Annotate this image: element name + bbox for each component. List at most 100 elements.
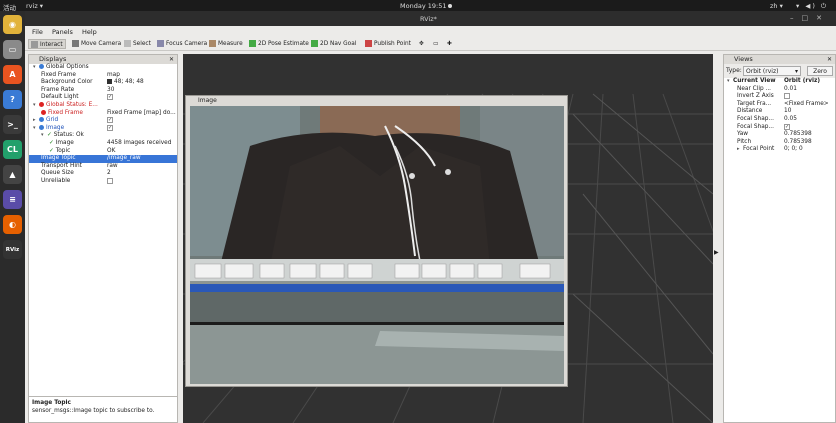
display-row[interactable]: Fixed Frame map	[29, 72, 177, 80]
tool-2d-nav-goal[interactable]: 2D Nav Goal	[309, 39, 358, 49]
files-icon[interactable]: ▭	[3, 40, 22, 59]
clock[interactable]: Monday 19:51	[400, 2, 453, 10]
firefox-icon[interactable]: ◐	[3, 215, 22, 234]
property-value[interactable]: map	[107, 72, 120, 80]
view-type-select[interactable]: Orbit (rviz) ▾	[743, 66, 801, 76]
property-value[interactable]: OK	[107, 148, 115, 156]
display-row[interactable]: Queue Size 2	[29, 170, 177, 178]
display-row[interactable]: ▾ ✓ Status: Ok	[29, 132, 177, 140]
view-property-value[interactable]: 0.785398	[784, 139, 812, 147]
view-property-row[interactable]: Focal Shap... ✓	[724, 123, 835, 132]
chrome-icon[interactable]: ◉	[3, 15, 22, 34]
view-property-name: Distance	[737, 108, 762, 116]
inkscape-icon[interactable]: ▲	[3, 165, 22, 184]
display-row[interactable]: ▾ Image ✓	[29, 124, 177, 133]
property-value[interactable]: raw	[107, 163, 118, 171]
view-property-value[interactable]: 0.01	[784, 86, 797, 94]
view-property-name: Focal Shap...	[737, 116, 774, 124]
view-property-value[interactable]: 0.05	[784, 116, 797, 124]
display-row[interactable]: Frame Rate 30	[29, 87, 177, 95]
view-property-row[interactable]: Focal Shap... 0.05	[724, 116, 835, 124]
property-name: Unreliable	[41, 178, 70, 186]
menu-panels[interactable]: Panels	[52, 28, 73, 36]
view-property-value[interactable]: <Fixed Frame>	[784, 101, 829, 109]
tool-move-camera[interactable]: Move Camera	[70, 39, 123, 49]
collapse-right-icon[interactable]: ▶	[714, 249, 719, 256]
display-row[interactable]: Default Light ✓	[29, 94, 177, 102]
view-property-row[interactable]: Distance 10	[724, 108, 835, 116]
view-property-row[interactable]: Yaw 0.785398	[724, 131, 835, 139]
view-property-row[interactable]: ▾ Current View Orbit (rviz)	[724, 78, 835, 86]
tool-label: 2D Nav Goal	[320, 41, 357, 47]
view-property-row[interactable]: Invert Z Axis	[724, 93, 835, 101]
display-row[interactable]: ✓ Topic OK	[29, 148, 177, 156]
menu-help[interactable]: Help	[82, 28, 97, 36]
view-property-row[interactable]: ▸ Focal Point 0; 0; 0	[724, 146, 835, 154]
rviz-icon[interactable]: RViz	[3, 240, 22, 259]
property-value[interactable]: 2	[107, 170, 111, 178]
editor-icon[interactable]: ≡	[3, 190, 22, 209]
display-row[interactable]: ▾ Global Options	[29, 64, 177, 72]
display-row[interactable]: ✓ Image 4458 images received	[29, 140, 177, 148]
view-property-label: Current View	[733, 78, 776, 84]
help-icon[interactable]: ?	[3, 90, 22, 109]
tool-2d-pose-estimate[interactable]: 2D Pose Estimate	[247, 39, 311, 49]
input-language-menu[interactable]: zh ▾	[770, 2, 783, 10]
minimize-icon[interactable]: –	[790, 14, 802, 22]
software-icon[interactable]: A	[3, 65, 22, 84]
property-value-text: 2	[107, 170, 111, 177]
tool-focus-camera[interactable]: Focus Camera	[155, 39, 209, 49]
tool-select[interactable]: Select	[122, 39, 153, 49]
display-row[interactable]: Background Color 48; 48; 48	[29, 79, 177, 87]
display-row[interactable]: Unreliable	[29, 177, 177, 186]
display-row[interactable]: ▸ Grid ✓	[29, 117, 177, 125]
display-icon	[39, 117, 44, 123]
tool-interact[interactable]: Interact	[28, 39, 66, 49]
display-row[interactable]: ▾ Global Status: E...	[29, 101, 177, 110]
property-value[interactable]: Fixed Frame [map] do...	[107, 110, 176, 118]
property-label: Queue Size	[41, 170, 74, 177]
view-property-value[interactable]: 0.785398	[784, 131, 812, 139]
property-checkbox[interactable]	[107, 177, 113, 186]
right-splitter[interactable]: ▶	[713, 54, 723, 423]
focus-camera-icon	[157, 40, 164, 47]
close-panel-icon[interactable]: ✕	[169, 55, 174, 64]
property-name: ▸ Grid	[33, 117, 58, 125]
view-property-value-text: 0; 0; 0	[784, 146, 803, 153]
property-value-text: map	[107, 71, 120, 78]
view-property-row[interactable]: Near Clip ... 0.01	[724, 86, 835, 94]
property-value-text: raw	[107, 162, 118, 169]
maximize-icon[interactable]: □	[802, 14, 817, 22]
property-label: Fixed Frame	[48, 109, 83, 116]
tool-publish-point[interactable]: Publish Point	[363, 39, 413, 49]
zoom-out-icon[interactable]: ▭	[431, 39, 440, 49]
close-icon[interactable]: ✕	[816, 14, 830, 22]
menu-file[interactable]: File	[32, 28, 43, 36]
view-property-value[interactable]: 10	[784, 108, 791, 116]
property-value[interactable]: 30	[107, 87, 114, 95]
display-row[interactable]: Transport Hint raw	[29, 163, 177, 171]
window-titlebar[interactable]: RViz* –□✕	[25, 11, 836, 26]
image-display-window[interactable]: Image	[185, 95, 568, 387]
view-property-value[interactable]: Orbit (rviz)	[784, 78, 820, 86]
property-name: Default Light	[41, 94, 79, 102]
display-row[interactable]: Fixed Frame Fixed Frame [map] do...	[29, 109, 177, 118]
view-property-row[interactable]: Target Fra... <Fixed Frame>	[724, 101, 835, 109]
display-icon	[39, 64, 44, 69]
zero-button[interactable]: Zero	[807, 66, 833, 76]
system-tray[interactable]: ▾ ◀) ⏻	[796, 2, 828, 11]
app-menu[interactable]: rviz ▾	[26, 2, 43, 10]
property-value[interactable]: /image_raw	[107, 155, 141, 163]
tool-measure[interactable]: Measure	[207, 39, 245, 49]
close-views-icon[interactable]: ✕	[827, 55, 832, 64]
clion-icon[interactable]: CL	[3, 140, 22, 159]
terminal-icon[interactable]: >_	[3, 115, 22, 134]
view-property-value[interactable]: 0; 0; 0	[784, 146, 803, 154]
property-value[interactable]: 4458 images received	[107, 140, 171, 148]
move-view-icon[interactable]: ✥	[417, 39, 426, 49]
property-name: ▾ Global Status: E...	[33, 101, 98, 110]
view-property-row[interactable]: Pitch 0.785398	[724, 139, 835, 147]
zoom-in-icon[interactable]: ✚	[445, 39, 454, 49]
property-value[interactable]: 48; 48; 48	[107, 79, 144, 87]
display-row[interactable]: Image Topic/image_raw	[29, 155, 177, 163]
